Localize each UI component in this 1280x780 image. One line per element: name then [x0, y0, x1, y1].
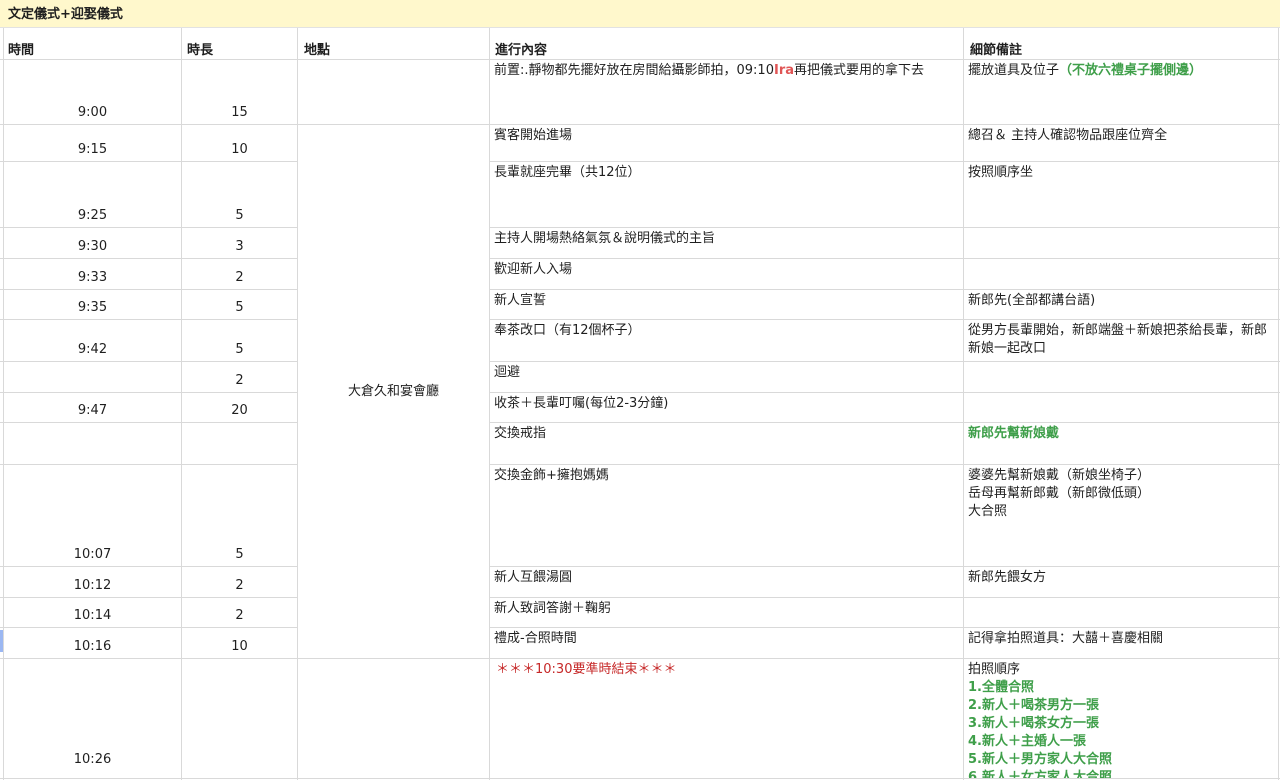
content-cell[interactable]: 新人致詞答謝＋鞠躬: [490, 598, 963, 627]
note-cell[interactable]: 拍照順序 1.全體合照 2.新人＋喝茶男方一張 3.新人＋喝茶女方一張 4.新人…: [964, 659, 1278, 778]
duration-cell[interactable]: 3: [182, 228, 297, 258]
duration-cell[interactable]: 2: [182, 259, 297, 289]
note-cell[interactable]: 新郎先幫新娘戴: [964, 423, 1278, 464]
content-cell[interactable]: 前置:.靜物都先擺好放在房間給攝影師拍，09:10Ira再把儀式要用的拿下去: [490, 60, 963, 124]
grid-line: [0, 778, 1280, 779]
content-cell[interactable]: ＊＊＊10:30要準時結束＊＊＊: [490, 659, 963, 771]
duration-cell[interactable]: 5: [182, 465, 297, 566]
content-cell[interactable]: 交換戒指: [490, 423, 963, 464]
note-cell[interactable]: [964, 393, 1278, 422]
time-cell[interactable]: 9:30: [4, 228, 181, 258]
time-cell[interactable]: [4, 362, 181, 392]
time-cell[interactable]: 10:12: [4, 567, 181, 597]
note-cell[interactable]: 記得拿拍照道具：大囍＋喜慶相關: [964, 628, 1278, 658]
content-cell[interactable]: 長輩就座完畢（共12位）: [490, 162, 963, 227]
duration-cell[interactable]: [182, 423, 297, 464]
duration-cell[interactable]: 5: [182, 162, 297, 227]
time-cell[interactable]: 10:26: [4, 659, 181, 771]
content-cell[interactable]: 禮成-合照時間: [490, 628, 963, 658]
time-cell[interactable]: 9:47: [4, 393, 181, 422]
note-cell[interactable]: 新郎先(全部都講台語): [964, 290, 1278, 319]
location-cell[interactable]: [298, 60, 489, 124]
time-cell[interactable]: [4, 423, 181, 464]
content-text: 前置:.靜物都先擺好放在房間給攝影師拍，09:10: [494, 63, 774, 78]
content-cell[interactable]: 歡迎新人入場: [490, 259, 963, 289]
content-cell[interactable]: 奉茶改口（有12個杯子）: [490, 320, 963, 361]
content-cell[interactable]: 迴避: [490, 362, 963, 392]
time-cell[interactable]: 9:33: [4, 259, 181, 289]
header-content[interactable]: 進行內容: [489, 35, 963, 59]
note-highlight: （不放六禮桌子擺側邊）: [1059, 63, 1203, 78]
note-cell[interactable]: 新郎先餵女方: [964, 567, 1278, 597]
duration-cell[interactable]: 10: [182, 125, 297, 161]
note-cell[interactable]: [964, 362, 1278, 392]
venue-cell[interactable]: 大倉久和宴會廳: [298, 125, 489, 658]
photo-order-item: 5.新人＋男方家人大合照: [968, 752, 1112, 767]
duration-cell[interactable]: 2: [182, 598, 297, 627]
header-notes[interactable]: 細節備註: [964, 35, 1280, 59]
photo-order-title: 拍照順序: [968, 662, 1021, 677]
content-text: 再把儀式要用的拿下去: [794, 63, 925, 78]
note-cell[interactable]: [964, 228, 1278, 258]
content-cell[interactable]: 新人互餵湯圓: [490, 567, 963, 597]
photo-order-item: 6.新人＋女方家人大合照: [968, 770, 1112, 778]
photo-order-item: 3.新人＋喝茶女方一張: [968, 716, 1099, 731]
header-time[interactable]: 時間: [2, 35, 180, 59]
time-cell[interactable]: 9:35: [4, 290, 181, 319]
note-cell[interactable]: 擺放道具及位子（不放六禮桌子擺側邊）: [964, 60, 1278, 124]
duration-cell[interactable]: 5: [182, 290, 297, 319]
duration-cell[interactable]: 15: [182, 60, 297, 124]
note-text: 擺放道具及位子: [968, 63, 1060, 78]
time-cell[interactable]: 10:16: [4, 628, 181, 658]
note-cell[interactable]: 從男方長輩開始，新郎端盤＋新娘把茶給長輩，新郎新娘一起改口: [964, 320, 1278, 361]
spreadsheet: 文定儀式+迎娶儀式 時間 時長 地點 進行內容 細節備註 大倉久和宴會廳 9:0…: [0, 0, 1280, 780]
time-cell[interactable]: 9:15: [4, 125, 181, 161]
photo-order-item: 2.新人＋喝茶男方一張: [968, 698, 1099, 713]
content-cell[interactable]: 收茶＋長輩叮囑(每位2-3分鐘): [490, 393, 963, 422]
header-duration[interactable]: 時長: [181, 35, 297, 59]
note-cell[interactable]: 按照順序坐: [964, 162, 1278, 227]
note-cell[interactable]: 婆婆先幫新娘戴（新娘坐椅子） 岳母再幫新郎戴（新郎微低頭） 大合照: [964, 465, 1278, 566]
duration-cell[interactable]: [182, 659, 297, 771]
duration-cell[interactable]: 10: [182, 628, 297, 658]
location-cell[interactable]: [298, 659, 489, 771]
content-cell[interactable]: 主持人開場熱絡氣氛＆說明儀式的主旨: [490, 228, 963, 258]
note-cell[interactable]: [964, 598, 1278, 627]
sheet-title[interactable]: 文定儀式+迎娶儀式: [0, 0, 1280, 28]
content-cell[interactable]: 交換金飾+擁抱媽媽: [490, 465, 963, 566]
note-cell[interactable]: 總召＆ 主持人確認物品跟座位齊全: [964, 125, 1278, 161]
row-selection-marker: [0, 630, 3, 652]
time-cell[interactable]: 10:14: [4, 598, 181, 627]
duration-cell[interactable]: 5: [182, 320, 297, 361]
duration-cell[interactable]: 2: [182, 362, 297, 392]
content-cell[interactable]: 賓客開始進場: [490, 125, 963, 161]
duration-cell[interactable]: 2: [182, 567, 297, 597]
time-cell[interactable]: 9:00: [4, 60, 181, 124]
time-cell[interactable]: 10:07: [4, 465, 181, 566]
highlighted-name: Ira: [773, 63, 795, 78]
header-location[interactable]: 地點: [298, 35, 488, 59]
photo-order-item: 1.全體合照: [968, 680, 1034, 695]
photo-order-item: 4.新人＋主婚人一張: [968, 734, 1086, 749]
duration-cell[interactable]: 20: [182, 393, 297, 422]
grid-line: [1278, 28, 1279, 780]
time-cell[interactable]: 9:42: [4, 320, 181, 361]
content-cell[interactable]: 新人宣誓: [490, 290, 963, 319]
note-cell[interactable]: [964, 259, 1278, 289]
time-cell[interactable]: 9:25: [4, 162, 181, 227]
